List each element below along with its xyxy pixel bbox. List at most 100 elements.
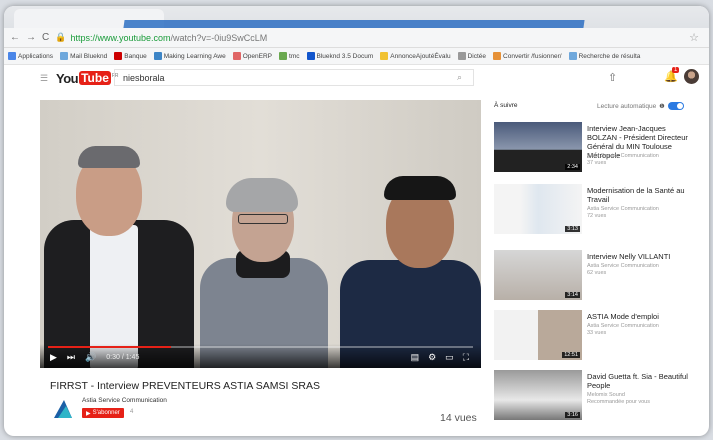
subtitles-icon[interactable]: ▤ bbox=[411, 352, 420, 363]
sidebar-video-channel: Astia Service Communication bbox=[587, 323, 659, 329]
sidebar-video-views: 37 vues bbox=[587, 160, 607, 166]
bookmark-label: Recherche de résulta bbox=[578, 52, 641, 60]
play-icon[interactable]: ▶ bbox=[50, 352, 57, 363]
sidebar-video-views: Recommandée pour vous bbox=[587, 399, 650, 405]
video-thumbnail[interactable]: 2:34 bbox=[494, 122, 582, 172]
bookmark-label: tmc bbox=[289, 52, 300, 60]
view-count: 14 vues bbox=[440, 412, 477, 424]
lock-icon: 🔒 bbox=[55, 32, 67, 42]
bookmark-item[interactable]: Dictée bbox=[457, 52, 487, 60]
video-thumbnail[interactable]: 3:16 bbox=[494, 370, 582, 420]
video-duration: 2:34 bbox=[565, 164, 580, 170]
sidebar-video-channel: Astia Service Communication bbox=[587, 206, 659, 212]
sidebar-video-item[interactable]: 2:34 Interview Jean-Jacques BOLZAN - Prés… bbox=[494, 122, 699, 174]
bookmark-label: Dictée bbox=[467, 52, 487, 60]
search-input[interactable]: niesborala bbox=[114, 69, 474, 86]
time-display: 0:30 / 1:45 bbox=[106, 354, 140, 361]
sidebar-video-channel: Astia Service Communication bbox=[587, 263, 659, 269]
video-title: FIRRST - Interview PREVENTEURS ASTIA SAM… bbox=[50, 380, 320, 392]
reload-icon[interactable]: C bbox=[42, 32, 49, 43]
address-bar[interactable]: ← → C 🔒 https://www.youtube.com /watch?v… bbox=[4, 28, 709, 48]
search-icon[interactable]: ⌕ bbox=[457, 72, 462, 83]
bookmark-label: Convertir /fusionner/ bbox=[503, 52, 562, 60]
up-next-label: À suivre bbox=[494, 102, 518, 109]
sidebar-video-title[interactable]: Interview Nelly VILLANTI bbox=[587, 252, 697, 261]
settings-icon[interactable]: ⚙ bbox=[428, 352, 436, 363]
bookmark-item[interactable]: Blueknd 3.5 Docum bbox=[306, 52, 373, 60]
channel-name[interactable]: Astia Service Communication bbox=[82, 397, 167, 404]
bookmark-label: Making Learning Awe bbox=[163, 52, 226, 60]
notification-badge: 1 bbox=[672, 67, 680, 73]
bookmark-item[interactable]: Banque bbox=[114, 52, 147, 60]
subscriber-count: 4 bbox=[130, 409, 134, 415]
logo-tube: Tube bbox=[79, 71, 111, 85]
autoplay-label: Lecture automatique bbox=[597, 102, 657, 110]
subscribe-label: S'abonner bbox=[92, 410, 120, 416]
bookmark-item[interactable]: Making Learning Awe bbox=[153, 52, 226, 60]
bookmark-label: Applications bbox=[18, 52, 54, 60]
bookmark-item[interactable]: Convertir /fusionner/ bbox=[493, 52, 562, 60]
volume-icon[interactable]: 🔊 bbox=[85, 352, 96, 363]
sidebar-video-item[interactable]: 3:16 David Guetta ft. Sia - Beautiful Peo… bbox=[494, 370, 699, 422]
upload-icon[interactable]: ⇧ bbox=[608, 71, 617, 84]
subscribe-button[interactable]: ▶ S'abonner bbox=[82, 408, 124, 418]
bookmark-star-icon[interactable]: ☆ bbox=[689, 31, 699, 44]
progress-bar[interactable] bbox=[48, 346, 473, 348]
url-path[interactable]: /watch?v=-0iu9SwCcLM bbox=[171, 33, 268, 43]
sidebar-video-item[interactable]: 3:14 Interview Nelly VILLANTI Astia Servic… bbox=[494, 250, 699, 302]
bookmark-label: Mail Blueknd bbox=[70, 52, 108, 60]
sidebar-video-title[interactable]: David Guetta ft. Sia - Beautiful People bbox=[587, 372, 697, 390]
youtube-header: ☰ You Tube FR niesborala ⌕ ⇧ 🔔 1 bbox=[4, 65, 709, 91]
bookmark-icon bbox=[457, 52, 466, 60]
sidebar-video-views: 72 vues bbox=[587, 213, 607, 219]
video-player[interactable]: ▶ ⏭ 🔊 0:30 / 1:45 ▤ ⚙ ▭ ⛶ bbox=[40, 100, 481, 368]
sidebar-video-item[interactable]: 3:13 Modernisation de la Santé au Travail… bbox=[494, 184, 699, 236]
progress-fill bbox=[48, 346, 172, 348]
sidebar-video-item[interactable]: 12:51 ASTIA Mode d'emploi Astia Service Co… bbox=[494, 310, 699, 362]
youtube-logo[interactable]: You Tube FR bbox=[56, 71, 119, 86]
bookmark-icon bbox=[493, 52, 502, 60]
bookmark-item[interactable]: Applications bbox=[8, 52, 53, 60]
menu-icon[interactable]: ☰ bbox=[40, 73, 48, 84]
logo-you: You bbox=[56, 70, 79, 86]
sidebar-video-channel: Astia Service Communication bbox=[587, 153, 659, 159]
sidebar-video-title[interactable]: ASTIA Mode d'emploi bbox=[587, 312, 697, 321]
autoplay-control: Lecture automatique ❶ bbox=[597, 102, 684, 110]
bookmark-icon bbox=[279, 52, 288, 60]
autoplay-toggle[interactable] bbox=[667, 102, 684, 110]
tab-strip-accent bbox=[123, 20, 585, 28]
bookmark-icon bbox=[60, 52, 69, 60]
bookmark-item[interactable]: Mail Blueknd bbox=[60, 52, 107, 60]
youtube-play-icon: ▶ bbox=[86, 410, 91, 417]
fullscreen-icon[interactable]: ⛶ bbox=[463, 352, 469, 363]
bookmark-item[interactable]: Recherche de résulta bbox=[568, 52, 641, 60]
bookmarks-bar: Applications Mail Blueknd Banque Making Lea… bbox=[4, 48, 709, 65]
video-thumbnail[interactable]: 12:51 bbox=[494, 310, 582, 360]
video-duration: 3:13 bbox=[565, 226, 580, 232]
sidebar-video-views: 62 vues bbox=[587, 270, 607, 276]
player-controls: ▶ ⏭ 🔊 0:30 / 1:45 ▤ ⚙ ▭ ⛶ bbox=[40, 344, 481, 368]
url-secure[interactable]: https://www.youtube.com bbox=[70, 33, 170, 43]
bookmark-item[interactable]: OpenERP bbox=[232, 52, 273, 60]
forward-icon[interactable]: → bbox=[26, 32, 36, 43]
bookmark-icon bbox=[568, 52, 577, 60]
bookmark-item[interactable]: AnnonceAjoutéÉvalu bbox=[380, 52, 451, 60]
video-thumbnail[interactable]: 3:13 bbox=[494, 184, 582, 234]
browser-window: ← → C 🔒 https://www.youtube.com /watch?v… bbox=[4, 6, 709, 436]
info-icon[interactable]: ❶ bbox=[659, 103, 664, 110]
bookmark-label: AnnonceAjoutéÉvalu bbox=[390, 52, 451, 60]
back-icon[interactable]: ← bbox=[10, 32, 20, 43]
avatar[interactable] bbox=[684, 69, 699, 84]
video-thumbnail[interactable]: 3:14 bbox=[494, 250, 582, 300]
next-icon[interactable]: ⏭ bbox=[67, 352, 75, 363]
theater-icon[interactable]: ▭ bbox=[445, 352, 454, 363]
sidebar-video-channel: Melomix Sound bbox=[587, 392, 625, 398]
tab-strip bbox=[4, 6, 709, 28]
bookmark-icon bbox=[380, 52, 389, 60]
bookmark-item[interactable]: tmc bbox=[279, 52, 300, 60]
bookmark-icon bbox=[8, 52, 16, 60]
channel-logo[interactable] bbox=[52, 398, 74, 420]
bookmark-label: OpenERP bbox=[242, 52, 273, 60]
sidebar-video-title[interactable]: Modernisation de la Santé au Travail bbox=[587, 186, 697, 204]
video-duration: 3:14 bbox=[565, 292, 580, 298]
